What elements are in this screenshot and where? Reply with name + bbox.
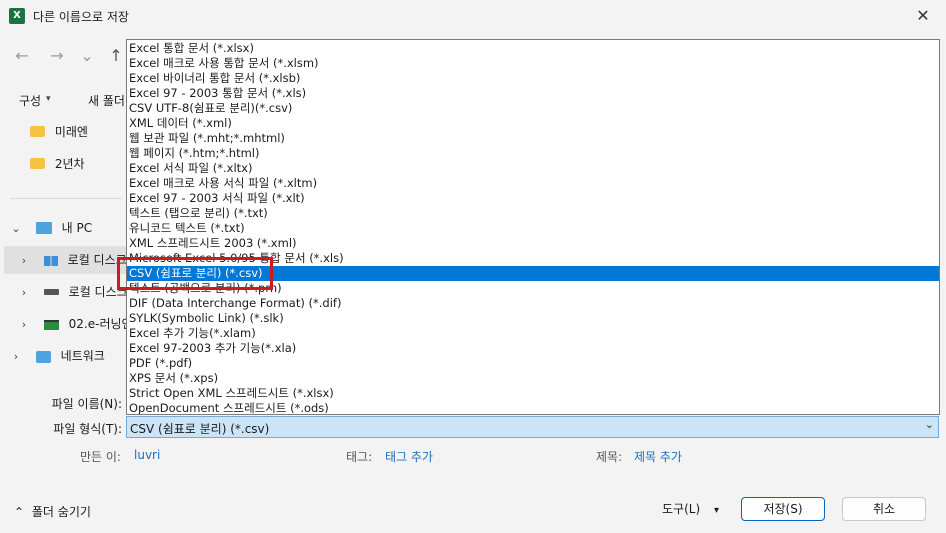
filetype-option[interactable]: Excel 97-2003 추가 기능(*.xla) [127, 341, 939, 356]
chevron-up-icon: ⌃ [14, 505, 25, 519]
filetype-option[interactable]: XML 데이터 (*.xml) [127, 116, 939, 131]
chevron-right-icon[interactable]: › [18, 279, 30, 307]
chevron-down-icon[interactable]: ⌄ [10, 215, 22, 243]
filetype-dropdown-list[interactable]: Excel 통합 문서 (*.xlsx) Excel 매크로 사용 통합 문서 (… [126, 39, 940, 415]
tags-add-link[interactable]: 태그 추가 [385, 448, 433, 465]
filetype-option[interactable]: 텍스트 (탭으로 분리) (*.txt) [127, 206, 939, 221]
up-arrow-icon[interactable]: ↑ [106, 46, 126, 66]
tools-button[interactable]: 도구(L) ▾ [662, 500, 719, 517]
sidebar-item-network[interactable]: › 네트워크 [10, 342, 126, 370]
pc-icon [35, 221, 52, 234]
chevron-right-icon[interactable]: › [18, 311, 30, 339]
sidebar-item-usb-drive[interactable]: › 02.e-러닝연 [4, 310, 133, 339]
tags-label: 태그: [346, 450, 373, 464]
filetype-option[interactable]: Excel 매크로 사용 서식 파일 (*.xltm) [127, 176, 939, 191]
drive-icon [43, 288, 59, 295]
title-add-link[interactable]: 제목 추가 [634, 448, 682, 465]
filetype-option[interactable]: Excel 통합 문서 (*.xlsx) [127, 41, 939, 56]
filetype-option[interactable]: OpenDocument 스프레드시트 (*.ods) [127, 401, 939, 414]
close-button[interactable]: ✕ [908, 4, 938, 28]
filetype-option[interactable]: PDF (*.pdf) [127, 356, 939, 371]
sidebar-item-label: 2년차 [54, 157, 85, 171]
sidebar-divider [10, 198, 122, 199]
filetype-option[interactable]: CSV UTF-8(쉼표로 분리)(*.csv) [127, 101, 939, 116]
folder-icon [30, 126, 45, 137]
hide-folders-button[interactable]: ⌃ 폴더 숨기기 [14, 503, 91, 520]
filetype-option[interactable]: Excel 매크로 사용 통합 문서 (*.xlsm) [127, 56, 939, 71]
highlight-annotation-box [117, 257, 273, 290]
sidebar-item-2nd-year[interactable]: 2년차 [30, 150, 126, 178]
chevron-down-icon: ⌄ [924, 418, 934, 431]
author-value[interactable]: luvri [134, 448, 160, 462]
sidebar-item-mirae-n[interactable]: 미래엔 [30, 118, 126, 146]
author-label: 만든 이: [80, 450, 121, 464]
dialog-title: 다른 이름으로 저장 [33, 10, 129, 24]
filetype-select[interactable]: CSV (쉼표로 분리) (*.csv) ⌄ [126, 416, 939, 438]
filetype-option[interactable]: Excel 97 - 2003 통합 문서 (*.xls) [127, 86, 939, 101]
filetype-option[interactable]: 유니코드 텍스트 (*.txt) [127, 221, 939, 236]
filetype-option[interactable]: Excel 97 - 2003 서식 파일 (*.xlt) [127, 191, 939, 206]
network-icon [35, 350, 51, 363]
cancel-button[interactable]: 취소 [842, 497, 926, 521]
filetype-option[interactable]: SYLK(Symbolic Link) (*.slk) [127, 311, 939, 326]
organize-chevron-icon: ▾ [46, 94, 51, 104]
hide-folders-label: 폴더 숨기기 [31, 505, 91, 519]
forward-arrow-icon[interactable]: → [47, 46, 67, 66]
usb-drive-icon [43, 319, 59, 330]
windows-drive-icon [43, 255, 58, 266]
filetype-option[interactable]: DIF (Data Interchange Format) (*.dif) [127, 296, 939, 311]
filetype-option[interactable]: 웹 페이지 (*.htm;*.html) [127, 146, 939, 161]
folder-icon [30, 158, 45, 169]
filetype-option[interactable]: Strict Open XML 스프레드시트 (*.xlsx) [127, 386, 939, 401]
recent-locations-chevron-icon[interactable]: ⌄ [77, 46, 97, 66]
tools-label: 도구(L) [662, 502, 701, 516]
filetype-option[interactable]: XML 스프레드시트 2003 (*.xml) [127, 236, 939, 251]
organize-button[interactable]: 구성 [19, 92, 41, 109]
filetype-select-value: CSV (쉼표로 분리) (*.csv) [130, 422, 270, 436]
sidebar-item-label: 네트워크 [60, 349, 105, 363]
tools-chevron-icon: ▾ [713, 505, 719, 516]
title-meta-label: 제목: [596, 450, 623, 464]
chevron-right-icon[interactable]: › [18, 247, 30, 275]
sidebar-item-label: 내 PC [61, 221, 93, 235]
title-bar: X 다른 이름으로 저장 ✕ [0, 0, 946, 32]
new-folder-button[interactable]: 새 폴더 [88, 92, 125, 109]
filetype-option[interactable]: Excel 서식 파일 (*.xltx) [127, 161, 939, 176]
filetype-label: 파일 형식(T): [53, 422, 122, 436]
filetype-option[interactable]: XPS 문서 (*.xps) [127, 371, 939, 386]
chevron-right-icon[interactable]: › [10, 343, 22, 371]
filetype-option[interactable]: Excel 바이너리 통합 문서 (*.xlsb) [127, 71, 939, 86]
save-button[interactable]: 저장(S) [741, 497, 825, 521]
sidebar-item-local-disk[interactable]: › 로컬 디스크 [4, 278, 128, 307]
sidebar-item-my-pc[interactable]: ⌄ 내 PC [10, 214, 126, 242]
back-arrow-icon[interactable]: ← [12, 46, 32, 66]
sidebar-item-local-disk-c[interactable]: › 로컬 디스크 [4, 246, 127, 275]
sidebar-item-label: 미래엔 [54, 125, 88, 139]
sidebar-item-label: 02.e-러닝연 [68, 317, 133, 331]
excel-app-icon: X [9, 8, 25, 24]
filetype-option[interactable]: 웹 보관 파일 (*.mht;*.mhtml) [127, 131, 939, 146]
filetype-option[interactable]: Excel 추가 기능(*.xlam) [127, 326, 939, 341]
filename-label: 파일 이름(N): [51, 397, 122, 411]
